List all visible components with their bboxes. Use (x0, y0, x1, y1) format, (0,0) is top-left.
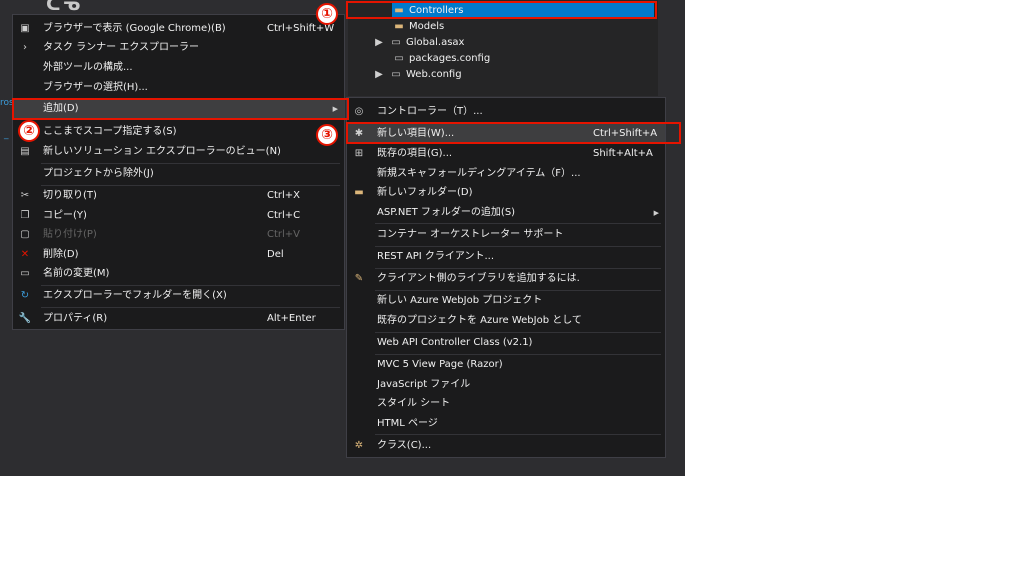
left-panel-dash: _ (4, 130, 9, 140)
highlight-box-controllers (346, 1, 657, 19)
folder-icon: ▬ (394, 21, 404, 32)
tree-item-packages-config[interactable]: ▭ packages.config (392, 51, 490, 67)
menu-separator (375, 223, 661, 224)
add-submenu: ◎ コントローラー（T）... ✱ 新しい項目(W)... Ctrl+Shift… (346, 97, 666, 458)
menu-item-paste[interactable]: ▢ 貼り付け(P) Ctrl+V (13, 225, 344, 245)
menu-item-external-tools[interactable]: 外部ツールの構成... (13, 58, 344, 78)
submenu-item-html-page[interactable]: HTML ページ (347, 414, 665, 434)
submenu-item-javascript-file[interactable]: JavaScript ファイル (347, 375, 665, 395)
class-icon: ✲ (354, 440, 364, 451)
menu-separator (375, 434, 661, 435)
menu-item-view-in-browser[interactable]: ▣ ブラウザーで表示 (Google Chrome)(B) Ctrl+Shift… (13, 19, 344, 39)
delete-x-icon: ✕ (20, 249, 30, 260)
existing-item-icon: ⊞ (354, 148, 364, 159)
expand-arrow-icon[interactable]: ▶ (372, 67, 386, 83)
scissors-icon: ✂ (20, 190, 30, 201)
expand-arrow-icon[interactable]: ▶ (372, 35, 386, 51)
wrench-icon: 🔧 (18, 313, 32, 324)
submenu-item-new-azure-webjob[interactable]: 新しい Azure WebJob プロジェクト (347, 291, 665, 311)
menu-item-scope-to-this[interactable]: ここまでスコープ指定する(S) (13, 122, 344, 142)
context-menu: ▣ ブラウザーで表示 (Google Chrome)(B) Ctrl+Shift… (12, 14, 345, 330)
browser-icon: ▣ (20, 23, 30, 34)
refresh-arrow-icon: ↻ (20, 290, 30, 301)
library-icon: ✎ (354, 273, 364, 284)
menu-item-rename[interactable]: ▭ 名前の変更(M) (13, 264, 344, 284)
solution-view-icon: ▤ (20, 146, 30, 157)
submenu-arrow-icon: ▶ (653, 209, 659, 217)
file-icon: ▭ (391, 37, 401, 48)
submenu-item-new-folder[interactable]: ▬ 新しいフォルダー(D) (347, 183, 665, 203)
highlight-box-add (12, 98, 349, 120)
new-folder-icon: ▬ (354, 187, 364, 198)
menu-item-copy[interactable]: ❐ コピー(Y) Ctrl+C (13, 206, 344, 226)
menu-item-open-in-explorer[interactable]: ↻ エクスプローラーでフォルダーを開く(X) (13, 286, 344, 306)
menu-item-task-runner[interactable]: › タスク ランナー エクスプローラー (13, 38, 344, 58)
step-badge-3: ③ (316, 124, 338, 146)
submenu-item-new-scaffolded-item[interactable]: 新規スキャフォールディングアイテム（F）... (347, 164, 665, 184)
submenu-item-existing-as-webjob[interactable]: 既存のプロジェクトを Azure WebJob として (347, 311, 665, 331)
tree-item-global-asax[interactable]: ▶ ▭ Global.asax (372, 35, 464, 51)
menu-item-cut[interactable]: ✂ 切り取り(T) Ctrl+X (13, 186, 344, 206)
submenu-item-class[interactable]: ✲ クラス(C)... (347, 436, 665, 456)
submenu-item-add-aspnet-folder[interactable]: ASP.NET フォルダーの追加(S) ▶ (347, 203, 665, 223)
app-logo: ᑕᓀ (46, 0, 83, 15)
submenu-item-rest-api-client[interactable]: REST API クライアント... (347, 247, 665, 267)
menu-item-browse-with[interactable]: ブラウザーの選択(H)... (13, 78, 344, 98)
submenu-item-container-orchestrator[interactable]: コンテナー オーケストレーター サポート (347, 225, 665, 245)
paste-icon: ▢ (20, 229, 30, 240)
tree-item-models[interactable]: ▬ Models (392, 19, 444, 35)
copy-icon: ❐ (20, 210, 30, 221)
submenu-item-client-side-library[interactable]: ✎ クライアント側のライブラリを追加するには. (347, 269, 665, 289)
submenu-item-web-api-controller-class[interactable]: Web API Controller Class (v2.1) (347, 333, 665, 353)
submenu-item-mvc5-view-page[interactable]: MVC 5 View Page (Razor) (347, 355, 665, 375)
menu-item-exclude-from-project[interactable]: プロジェクトから除外(J) (13, 164, 344, 184)
menu-item-new-solution-view[interactable]: ▤ 新しいソリューション エクスプローラーのビュー(N) (13, 142, 344, 162)
highlight-box-new-item (346, 122, 681, 144)
file-icon: ▭ (391, 69, 401, 80)
rename-icon: ▭ (20, 268, 30, 279)
menu-separator (41, 307, 340, 308)
menu-item-properties[interactable]: 🔧 プロパティ(R) Alt+Enter (13, 309, 344, 329)
step-badge-2: ② (18, 120, 40, 142)
controller-icon: ◎ (354, 106, 364, 117)
chevron-right-icon: › (23, 42, 27, 53)
submenu-item-style-sheet[interactable]: スタイル シート (347, 394, 665, 414)
submenu-item-controller[interactable]: ◎ コントローラー（T）... (347, 102, 665, 122)
step-badge-1: ① (316, 3, 338, 25)
menu-item-delete[interactable]: ✕ 削除(D) Del (13, 245, 344, 265)
file-icon: ▭ (394, 53, 404, 64)
submenu-item-existing-item[interactable]: ⊞ 既存の項目(G)... Shift+Alt+A (347, 144, 665, 164)
tree-item-web-config[interactable]: ▶ ▭ Web.config (372, 67, 461, 83)
